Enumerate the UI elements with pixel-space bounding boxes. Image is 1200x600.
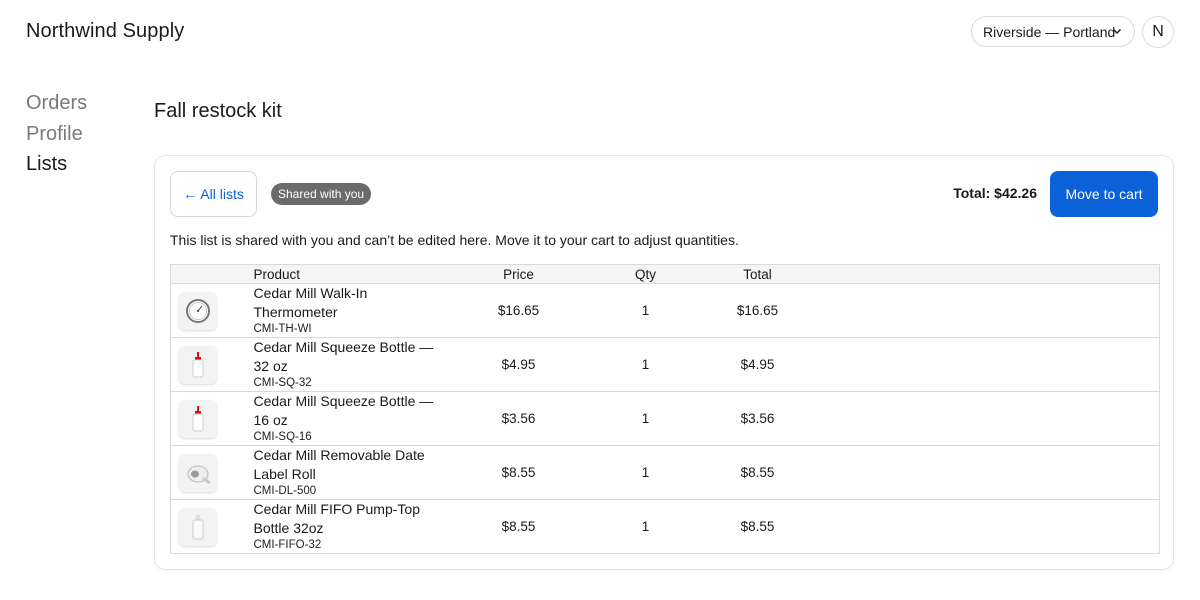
row-total: $8.55 xyxy=(707,499,808,554)
table-row: Cedar Mill Walk-In Thermometer CMI-TH-WI $… xyxy=(170,283,1160,338)
product-name: Cedar Mill Squeeze Bottle —32 oz xyxy=(253,339,434,374)
table-row: Cedar Mill Removable Date Label Roll CMI-D… xyxy=(170,445,1160,500)
list-card: ← All lists Shared with you Total: $42.2… xyxy=(154,155,1174,570)
row-price: $8.55 xyxy=(453,499,584,554)
side-nav: Orders Profile Lists xyxy=(26,88,87,180)
row-price: $8.55 xyxy=(453,445,584,500)
brand-title: Northwind Supply xyxy=(26,20,185,42)
row-qty: 1 xyxy=(583,283,708,338)
page-title: Fall restock kit xyxy=(154,100,282,122)
nav-item-lists[interactable]: Lists xyxy=(26,149,87,180)
product-sku: CMI-TH-WI xyxy=(253,323,312,335)
table-header-row: Product Price Qty Total xyxy=(170,264,1160,284)
table-row: Cedar Mill Squeeze Bottle —32 oz CMI-SQ-3… xyxy=(170,337,1160,392)
store-selector-label: Riverside — Portland xyxy=(983,23,1116,40)
row-qty: 1 xyxy=(583,445,708,500)
label-roll-icon xyxy=(179,453,217,492)
row-qty: 1 xyxy=(583,499,708,554)
total-column-header: Total xyxy=(707,264,808,284)
squeeze-bottle-icon xyxy=(179,399,217,438)
row-price: $16.65 xyxy=(453,283,584,338)
list-total: Total: $42.26 xyxy=(953,185,1037,201)
store-selector[interactable]: Riverside — Portland xyxy=(971,16,1135,47)
nav-item-orders[interactable]: Orders xyxy=(26,88,87,119)
row-total: $8.55 xyxy=(707,445,808,500)
product-sku: CMI-FIFO-32 xyxy=(253,539,322,551)
all-lists-button[interactable]: ← All lists xyxy=(170,171,257,217)
image-column-header xyxy=(170,264,254,284)
product-sku: CMI-SQ-16 xyxy=(253,431,312,443)
items-table: Product Price Qty Total Cedar Mill Walk-… xyxy=(170,264,1160,554)
avatar[interactable]: N xyxy=(1142,16,1174,48)
product-name: Cedar Mill Squeeze Bottle —16 oz xyxy=(253,393,434,428)
product-name: Cedar Mill Removable Date Label Roll xyxy=(253,447,425,482)
table-row: Cedar Mill FIFO Pump-Top Bottle 32oz CMI-F… xyxy=(170,499,1160,554)
row-price: $4.95 xyxy=(453,337,584,392)
spacer-column-header xyxy=(807,264,1160,284)
pump-bottle-icon xyxy=(179,507,217,546)
row-total: $3.56 xyxy=(707,391,808,446)
row-total: $16.65 xyxy=(707,283,808,338)
product-column-header: Product xyxy=(253,264,454,284)
row-total: $4.95 xyxy=(707,337,808,392)
table-row: Cedar Mill Squeeze Bottle —16 oz CMI-SQ-1… xyxy=(170,391,1160,446)
shared-notice: This list is shared with you and can’t b… xyxy=(170,232,739,248)
row-qty: 1 xyxy=(583,391,708,446)
product-name: Cedar Mill Walk-In Thermometer xyxy=(253,285,368,320)
product-sku: CMI-SQ-32 xyxy=(253,377,312,389)
shared-badge: Shared with you xyxy=(271,183,372,205)
row-qty: 1 xyxy=(583,337,708,392)
product-name: Cedar Mill FIFO Pump-Top Bottle 32oz xyxy=(253,501,420,536)
nav-item-profile[interactable]: Profile xyxy=(26,119,87,150)
price-column-header: Price xyxy=(453,264,584,284)
product-sku: CMI-DL-500 xyxy=(253,485,317,497)
row-price: $3.56 xyxy=(453,391,584,446)
qty-column-header: Qty xyxy=(583,264,708,284)
thermometer-icon xyxy=(179,291,217,330)
chevron-down-icon xyxy=(1112,28,1122,35)
move-to-cart-button[interactable]: Move to cart xyxy=(1050,171,1158,217)
squeeze-bottle-icon xyxy=(179,345,217,384)
